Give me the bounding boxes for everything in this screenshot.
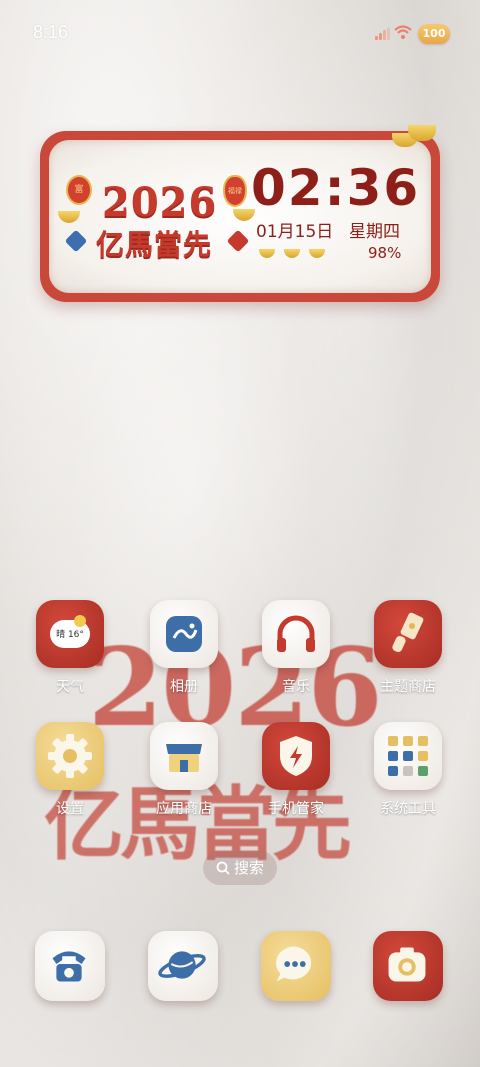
theme-store-icon	[374, 600, 442, 668]
app-phone-manager[interactable]: 手机管家	[256, 722, 336, 818]
app-gallery[interactable]: 相册	[144, 600, 224, 696]
status-time: 8:16	[33, 22, 69, 42]
battery-icon: 100	[418, 24, 450, 44]
clock-widget[interactable]: 富 福禄 2026 亿馬當先 02:36 01月15日 星期四 98%	[40, 125, 440, 302]
dock-messages[interactable]	[261, 931, 331, 1001]
dock-camera[interactable]	[373, 931, 443, 1001]
widget-year: 2026	[102, 179, 218, 226]
widget-motto: 亿馬當先	[96, 228, 213, 261]
app-label: 相册	[170, 679, 198, 695]
app-label: 系统工具	[380, 801, 436, 817]
widget-date: 01月15日	[256, 222, 334, 242]
app-music[interactable]: 音乐	[256, 600, 336, 696]
app-folder-system-tools[interactable]: 系统工具	[368, 722, 448, 818]
app-app-store[interactable]: 应用商店	[144, 722, 224, 818]
lantern-icon: 富	[66, 175, 92, 205]
phone-icon	[52, 951, 86, 982]
phone-manager-icon	[262, 722, 330, 790]
gourd-text: 福禄	[228, 187, 242, 195]
lantern-text: 富	[74, 185, 84, 195]
widget-battery: 98%	[368, 244, 402, 262]
app-store-icon	[150, 722, 218, 790]
camera-icon	[388, 947, 426, 982]
gold-ingot-cluster-icon	[392, 123, 438, 149]
gear-icon	[36, 722, 104, 790]
app-weather[interactable]: 晴 16° 天气	[30, 600, 110, 696]
status-bar: 8:16 100	[0, 0, 480, 64]
weather-icon: 晴 16°	[36, 600, 104, 668]
search-button[interactable]: 搜索	[203, 851, 277, 885]
dock-phone[interactable]	[35, 931, 105, 1001]
system-tools-folder-icon	[374, 722, 442, 790]
widget-clock: 02:36	[251, 159, 421, 217]
search-label: 搜索	[233, 859, 264, 877]
gallery-icon	[150, 600, 218, 668]
messages-icon	[276, 946, 312, 982]
signal-icon	[375, 28, 390, 40]
widget-weekday: 星期四	[349, 222, 400, 242]
app-settings[interactable]: 设置	[30, 722, 110, 818]
app-label: 设置	[56, 801, 84, 817]
wifi-icon	[394, 25, 412, 39]
headphones-icon	[262, 600, 330, 668]
app-label: 音乐	[282, 679, 310, 695]
app-label: 应用商店	[156, 801, 212, 817]
app-theme-store[interactable]: 主题商店	[368, 600, 448, 696]
browser-planet-icon	[158, 951, 206, 979]
app-label: 手机管家	[268, 801, 324, 817]
search-icon	[216, 861, 230, 875]
gourd-icon: 福禄	[223, 175, 247, 207]
dock-browser[interactable]	[148, 931, 218, 1001]
wallpaper-year: 2026	[88, 625, 383, 751]
weather-badge: 晴 16°	[56, 630, 84, 640]
app-label: 主题商店	[380, 679, 436, 695]
app-label: 天气	[56, 679, 84, 695]
